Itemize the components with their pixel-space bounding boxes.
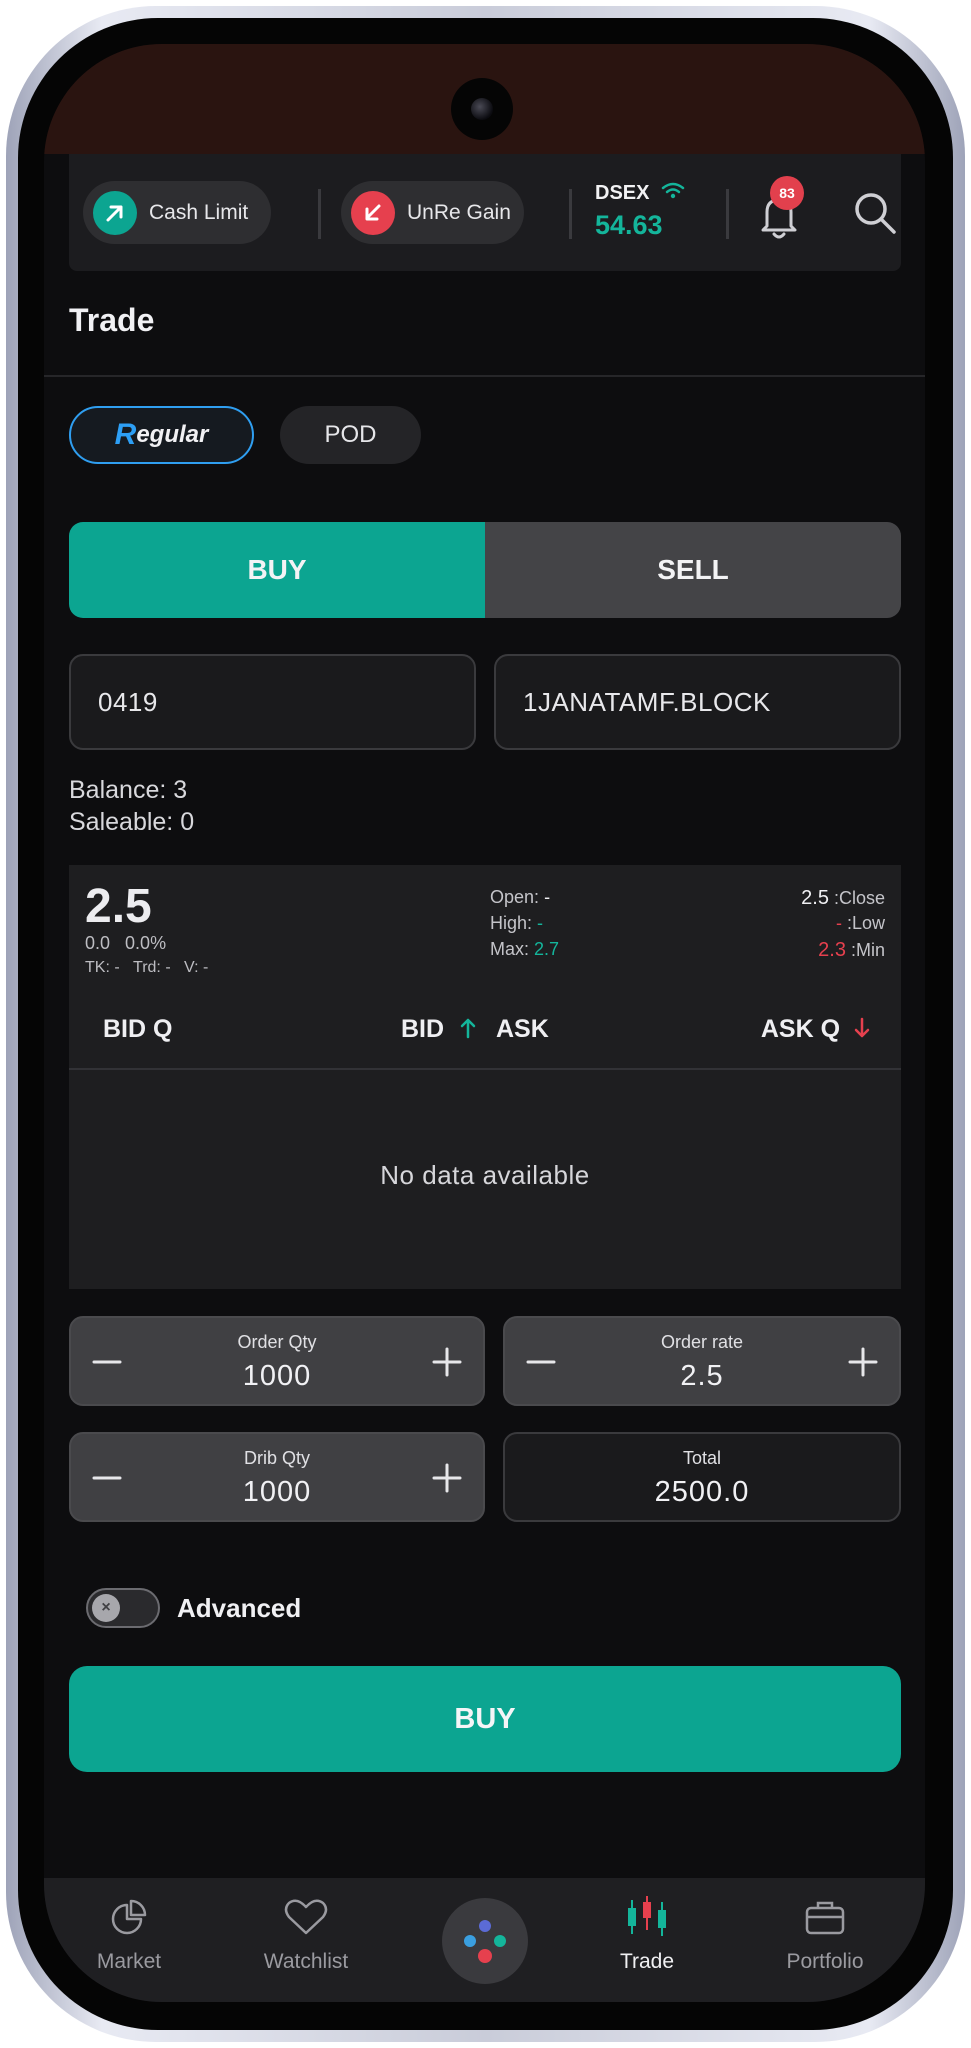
nav-item-portfolio[interactable]: Portfolio xyxy=(765,1892,885,1974)
status-area xyxy=(44,44,925,154)
order-qty-value[interactable]: 1000 xyxy=(71,1360,483,1393)
cash-limit-label: Cash Limit xyxy=(149,200,249,224)
account-field[interactable]: 0419 xyxy=(69,654,476,750)
candlestick-icon xyxy=(587,1892,707,1942)
drip-qty-label: Drib Qty xyxy=(243,1448,310,1468)
high-stat: High: - xyxy=(490,913,544,933)
order-type-pod[interactable]: POD xyxy=(280,406,421,464)
min-stat: 2.3 :Min xyxy=(818,939,885,961)
order-rate-value[interactable]: 2.5 xyxy=(505,1360,899,1393)
arrow-down-icon xyxy=(854,1017,870,1038)
symbol-field[interactable]: 1JANATAMF.BLOCK xyxy=(494,654,901,750)
wifi-icon xyxy=(661,182,685,199)
nav-item-watchlist[interactable]: Watchlist xyxy=(246,1892,366,1974)
trade-stats: TK: - Trd: - V: - xyxy=(85,959,209,976)
order-rate-label: Order rate xyxy=(660,1332,744,1352)
nav-label: Market xyxy=(96,1950,162,1973)
dots-cluster-icon xyxy=(464,1920,506,1963)
low-stat: - :Low xyxy=(835,913,885,933)
open-stat: Open: - xyxy=(490,887,551,907)
order-rate-stepper[interactable]: Order rate 2.5 xyxy=(503,1316,901,1406)
quick-menu-button[interactable] xyxy=(442,1898,528,1984)
arrow-down-left-icon xyxy=(351,190,395,235)
arrow-up-right-icon xyxy=(93,190,137,235)
pie-chart-icon xyxy=(69,1892,189,1942)
submit-buy-button[interactable]: BUY xyxy=(69,1666,901,1772)
advanced-toggle[interactable]: × xyxy=(86,1588,160,1628)
ask-header: ASK xyxy=(496,1015,549,1043)
nav-label: Trade xyxy=(619,1950,675,1973)
side-sell-tab[interactable]: SELL xyxy=(485,522,901,618)
plus-icon[interactable] xyxy=(425,1456,469,1500)
app-screen: Cash Limit UnRe Gain DSEX 54.63 83 Trade… xyxy=(44,44,925,2002)
total-display: Total 2500.0 xyxy=(503,1432,901,1522)
order-type-regular[interactable]: Regular xyxy=(69,406,254,464)
nav-item-market[interactable]: Market xyxy=(69,1892,189,1974)
divider xyxy=(69,1068,901,1070)
drip-qty-value[interactable]: 1000 xyxy=(71,1476,483,1509)
briefcase-icon xyxy=(765,1892,885,1942)
price-change: 0.0 0.0% xyxy=(85,933,167,953)
drip-qty-stepper[interactable]: Drib Qty 1000 xyxy=(69,1432,485,1522)
max-stat: Max: 2.7 xyxy=(490,939,560,959)
total-value: 2500.0 xyxy=(654,1476,750,1508)
arrow-up-icon xyxy=(460,1018,476,1039)
index-name: DSEX xyxy=(595,181,685,205)
divider xyxy=(44,375,925,377)
ask-qty-header: ASK Q xyxy=(761,1015,871,1044)
total-label: Total xyxy=(682,1448,722,1468)
divider xyxy=(318,189,321,239)
close-stat: 2.5 :Close xyxy=(801,887,885,909)
heart-icon xyxy=(246,1892,366,1942)
close-icon: × xyxy=(92,1594,120,1622)
quote-card: 2.5 0.0 0.0% TK: - Trd: - V: - Open: - H… xyxy=(69,865,901,1289)
side-buy-tab[interactable]: BUY xyxy=(69,522,485,618)
market-summary-bar: Cash Limit UnRe Gain DSEX 54.63 83 xyxy=(69,154,901,271)
nav-item-trade[interactable]: Trade xyxy=(587,1892,707,1974)
nav-label: Portfolio xyxy=(786,1950,864,1973)
order-qty-label: Order Qty xyxy=(237,1332,317,1352)
page-title: Trade xyxy=(69,302,155,338)
cash-limit-chip[interactable]: Cash Limit xyxy=(83,181,271,244)
bid-header: BID xyxy=(401,1015,477,1044)
unre-gain-chip[interactable]: UnRe Gain xyxy=(341,181,524,244)
saleable-text: Saleable: 0 xyxy=(69,808,195,836)
advanced-label: Advanced xyxy=(177,1593,302,1623)
notification-badge: 83 xyxy=(770,176,804,210)
front-camera xyxy=(451,78,513,140)
divider xyxy=(569,189,572,239)
index-value: 54.63 xyxy=(595,210,663,240)
search-icon[interactable] xyxy=(851,189,899,237)
empty-state-message: No data available xyxy=(380,1160,590,1190)
divider xyxy=(726,189,729,239)
last-price: 2.5 xyxy=(85,880,152,933)
nav-label: Watchlist xyxy=(263,1950,349,1973)
bottom-nav: Market Watchlist Trade Portfolio xyxy=(44,1878,925,2002)
order-qty-stepper[interactable]: Order Qty 1000 xyxy=(69,1316,485,1406)
bid-qty-header: BID Q xyxy=(103,1015,173,1043)
plus-icon[interactable] xyxy=(841,1340,885,1384)
unre-gain-label: UnRe Gain xyxy=(407,200,511,224)
plus-icon[interactable] xyxy=(425,1340,469,1384)
balance-text: Balance: 3 xyxy=(69,776,188,804)
